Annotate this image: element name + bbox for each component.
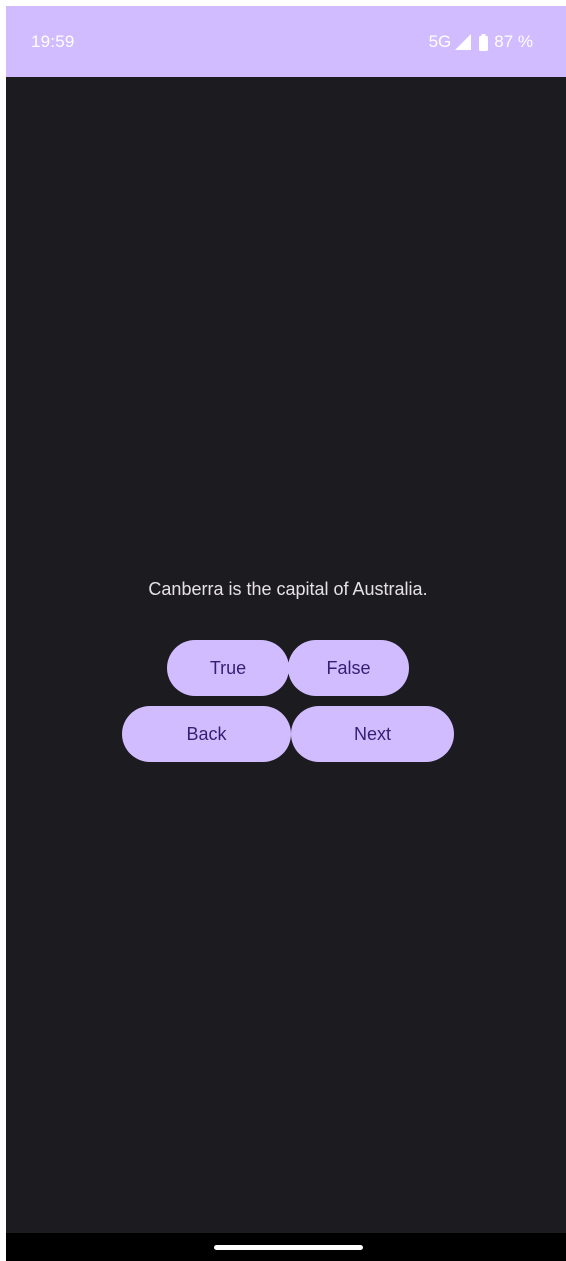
status-time: 19:59 bbox=[31, 32, 75, 51]
next-button[interactable]: Next bbox=[291, 706, 454, 762]
status-indicators: 5G 87 % bbox=[429, 32, 533, 52]
true-button[interactable]: True bbox=[167, 640, 289, 696]
question-text: Canberra is the capital of Australia. bbox=[148, 579, 428, 599]
phone-screen: 19:59 5G 87 % Canberra is the capital of… bbox=[6, 6, 566, 1261]
navigation-bar bbox=[6, 1233, 566, 1261]
back-button-label: Back bbox=[186, 723, 227, 744]
home-gesture-handle[interactable] bbox=[214, 1245, 363, 1250]
true-button-label: True bbox=[209, 657, 247, 678]
status-bar: 19:59 5G 87 % bbox=[6, 6, 566, 77]
back-button[interactable]: Back bbox=[122, 706, 291, 762]
quiz-screen: Canberra is the capital of Australia. Tr… bbox=[6, 77, 566, 1233]
battery-level: 87 % bbox=[494, 32, 533, 51]
false-button[interactable]: False bbox=[288, 640, 409, 696]
false-button-label: False bbox=[326, 657, 371, 678]
network-type: 5G bbox=[428, 32, 452, 51]
signal-icon bbox=[455, 34, 472, 50]
battery-icon bbox=[479, 33, 489, 51]
next-button-label: Next bbox=[353, 723, 391, 744]
